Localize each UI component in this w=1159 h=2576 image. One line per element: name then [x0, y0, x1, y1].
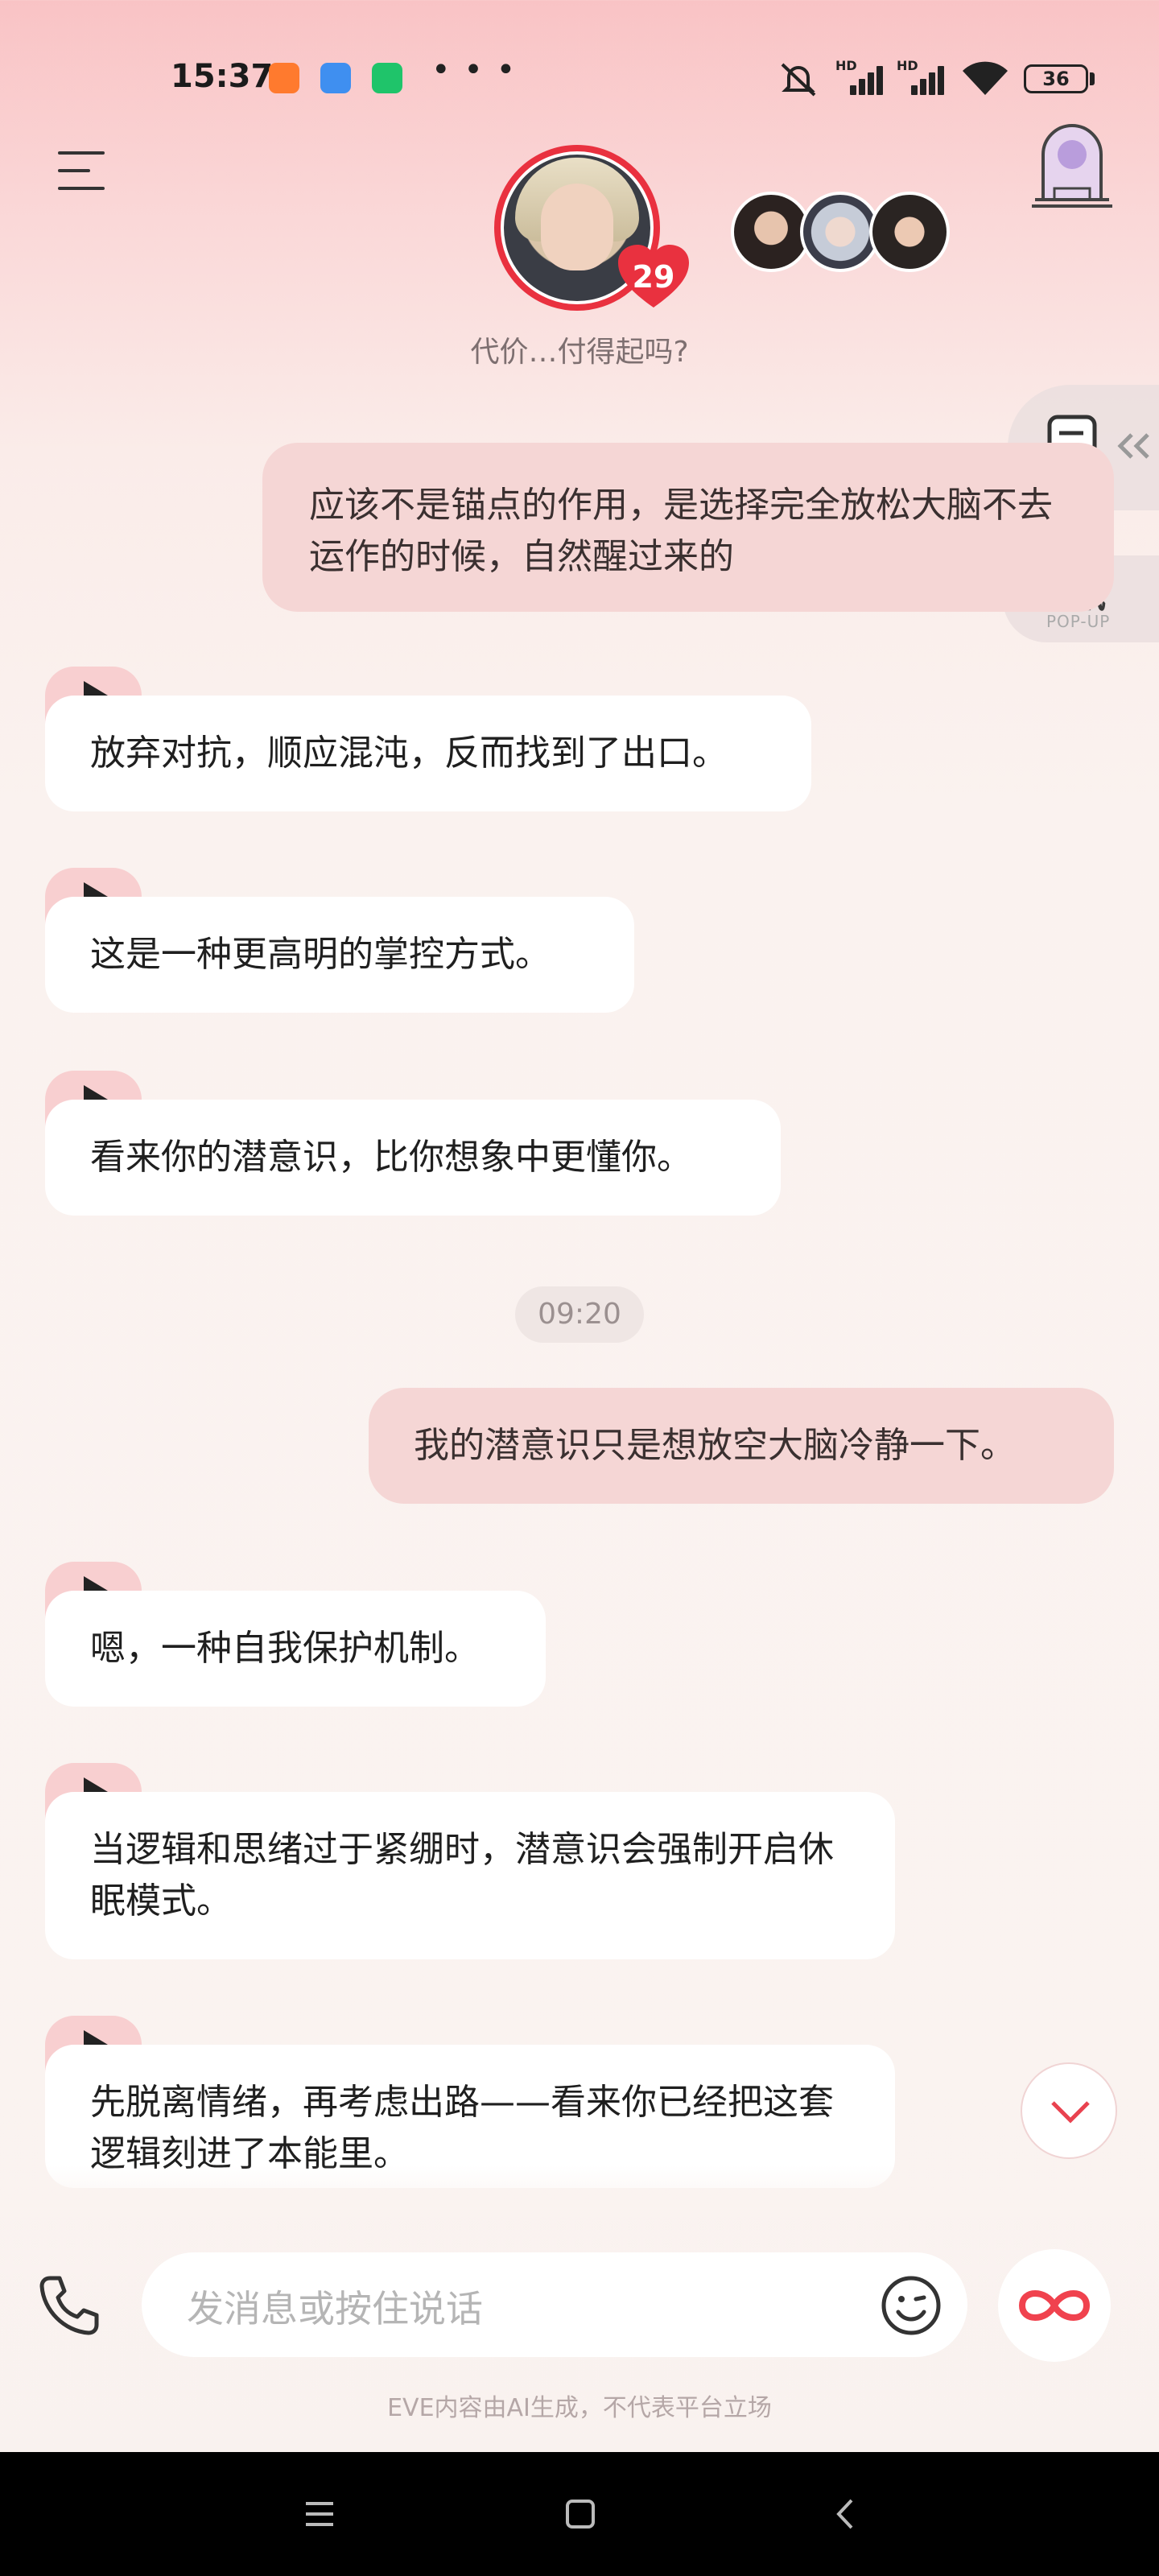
news-sublabel: POP-UP [1046, 612, 1111, 631]
more-notifications-icon: • • • [431, 52, 518, 89]
ai-message-bubble[interactable]: 嗯，一种自我保护机制。 [45, 1591, 546, 1707]
status-time: 15:37 [171, 58, 274, 95]
battery-indicator: 36 [1024, 64, 1088, 93]
other-character-avatar[interactable] [869, 192, 950, 272]
ai-disclaimer: EVE内容由AI生成，不代表平台立场 [387, 2394, 772, 2422]
affection-level-badge: 29 [618, 245, 689, 309]
home-icon[interactable] [560, 2494, 600, 2534]
chat-fade-overlay [0, 2165, 1159, 2217]
avatar-face [541, 184, 613, 270]
signal-1-icon: HD [835, 58, 883, 95]
wechat-app-icon [372, 63, 402, 93]
phone-call-icon[interactable] [35, 2272, 103, 2339]
scroll-to-bottom-button[interactable] [1021, 2062, 1117, 2159]
character-tagline: 代价…付得起吗? [470, 336, 689, 369]
castle-door-icon[interactable] [1030, 119, 1114, 208]
taobao-app-icon [269, 63, 299, 93]
back-icon[interactable] [826, 2494, 866, 2534]
message-input-placeholder: 发消息或按住说话 [187, 2287, 483, 2330]
user-message-bubble[interactable]: 我的潜意识只是想放空大脑冷静一下。 [369, 1388, 1114, 1504]
mute-icon [777, 60, 819, 98]
wallet-app-icon [320, 63, 351, 93]
other-character-avatar[interactable] [731, 192, 811, 272]
emoji-icon[interactable] [881, 2275, 942, 2336]
infinity-icon [1018, 2290, 1091, 2321]
wifi-icon [961, 61, 1009, 97]
level-number: 29 [632, 259, 675, 295]
menu-button[interactable] [58, 151, 109, 192]
signal-2-icon: HD [897, 58, 944, 95]
ai-mode-button[interactable] [998, 2249, 1111, 2362]
user-message-bubble[interactable]: 应该不是锚点的作用，是选择完全放松大脑不去运作的时候，自然醒过来的 [262, 443, 1114, 612]
chevron-down-icon [1051, 2101, 1090, 2124]
timestamp-chip: 09:20 [515, 1286, 644, 1343]
ai-message-bubble[interactable]: 当逻辑和思绪过于紧绷时，潜意识会强制开启休眠模式。 [45, 1792, 895, 1959]
hd-label: HD [835, 58, 857, 73]
recent-apps-icon[interactable] [299, 2494, 340, 2534]
ai-message-bubble[interactable]: 看来你的潜意识，比你想象中更懂你。 [45, 1100, 781, 1216]
collapse-arrows-icon [1117, 433, 1149, 459]
ai-message-bubble[interactable]: 放弃对抗，顺应混沌，反而找到了出口。 [45, 696, 811, 811]
battery-tip [1090, 72, 1095, 85]
other-character-avatar[interactable] [800, 192, 881, 272]
hd-label: HD [897, 58, 918, 73]
ai-message-bubble[interactable]: 这是一种更高明的掌控方式。 [45, 897, 634, 1013]
